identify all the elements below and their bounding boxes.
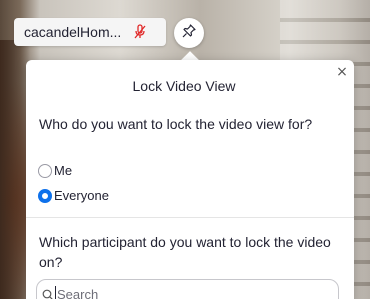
popover-title: Lock Video View (132, 78, 236, 94)
pin-icon (181, 23, 197, 44)
radio-label-me: Me (54, 163, 73, 178)
radio-button-me[interactable] (38, 163, 52, 178)
lock-for-question: Who do you want to lock the video view f… (39, 116, 313, 132)
participant-question: Which participant do you want to lock th… (39, 234, 331, 270)
participant-search-box[interactable] (36, 279, 339, 299)
radio-label-everyone: Everyone (54, 188, 109, 203)
lock-video-popover: × Lock Video View Who do you want to loc… (26, 60, 354, 299)
mic-muted-icon (133, 24, 147, 40)
participant-name: cacandelHom... (24, 24, 122, 40)
pin-button[interactable] (174, 18, 204, 48)
radio-option-everyone[interactable]: Everyone (38, 188, 109, 203)
participant-name-tag: cacandelHom... (14, 18, 166, 46)
search-icon (42, 288, 54, 299)
divider (26, 217, 354, 218)
radio-option-me[interactable]: Me (38, 163, 72, 178)
radio-button-everyone[interactable] (38, 188, 52, 203)
search-input[interactable] (55, 286, 315, 299)
